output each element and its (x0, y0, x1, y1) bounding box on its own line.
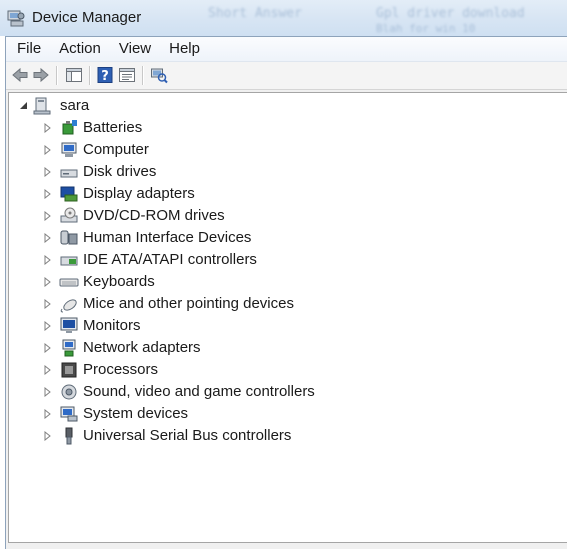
status-strip (6, 543, 567, 549)
dvd-drive-icon (60, 207, 78, 223)
expand-arrow-icon[interactable] (44, 343, 51, 353)
tree-item[interactable]: Human Interface Devices (9, 228, 549, 248)
computer-root-icon (33, 97, 51, 115)
tree-item-label: System devices (83, 405, 189, 422)
expand-arrow-icon[interactable] (44, 387, 51, 397)
usb-icon (65, 427, 73, 445)
tree-item[interactable]: DVD/CD-ROM drives (9, 206, 549, 226)
menu-bar: File Action View Help (6, 37, 567, 62)
tree-item[interactable]: Mice and other pointing devices (9, 294, 549, 314)
expand-arrow-icon[interactable] (44, 431, 51, 441)
expand-arrow-icon[interactable] (44, 365, 51, 375)
keyboard-icon (59, 278, 79, 287)
expand-arrow-icon[interactable] (44, 255, 51, 265)
tree-item[interactable]: Monitors (9, 316, 549, 336)
properties-icon[interactable] (118, 66, 136, 84)
expand-arrow-icon[interactable] (44, 167, 51, 177)
menu-help[interactable]: Help (162, 37, 207, 61)
tree-item-label: Batteries (83, 119, 143, 136)
svg-text:?: ? (101, 69, 109, 84)
expand-arrow-icon[interactable] (44, 409, 51, 419)
background-blur-text: Gpl driver download (376, 6, 525, 21)
tree-item[interactable]: Network adapters (9, 338, 549, 358)
collapse-arrow-icon[interactable] (19, 101, 28, 110)
expand-arrow-icon[interactable] (44, 321, 51, 331)
tree-item[interactable]: Display adapters (9, 184, 549, 204)
display-adapter-icon (60, 186, 78, 202)
tree-item[interactable]: Batteries (9, 118, 549, 138)
tree-item-label: DVD/CD-ROM drives (83, 207, 225, 224)
toolbar-separator (56, 66, 58, 85)
battery-icon (62, 120, 77, 135)
hid-icon (60, 230, 78, 245)
tree-item[interactable]: Universal Serial Bus controllers (9, 426, 549, 446)
tree-item-label: Mice and other pointing devices (83, 295, 294, 312)
device-manager-icon (7, 10, 25, 27)
tree-item[interactable]: System devices (9, 404, 549, 424)
background-blur-text: Blah for win 10 (376, 22, 476, 35)
help-icon[interactable]: ? (96, 66, 114, 84)
system-devices-icon (60, 406, 78, 422)
tree-item-label: Computer (83, 141, 149, 158)
device-tree[interactable]: sara Batteries Computer Disk drives Display… (8, 92, 567, 543)
tree-item-label: Network adapters (83, 339, 201, 356)
menu-file[interactable]: File (10, 37, 48, 61)
expand-arrow-icon[interactable] (44, 189, 51, 199)
tree-item-label: Universal Serial Bus controllers (83, 427, 292, 444)
toolbar-separator (89, 66, 91, 85)
tree-item[interactable]: Keyboards (9, 272, 549, 292)
tree-item-label: IDE ATA/ATAPI controllers (83, 251, 257, 268)
window-title: Device Manager (32, 9, 142, 26)
tree-item[interactable]: Sound, video and game controllers (9, 382, 549, 402)
back-arrow-icon[interactable] (11, 66, 29, 84)
tree-item[interactable]: Processors (9, 360, 549, 380)
tree-item-label: Sound, video and game controllers (83, 383, 315, 400)
expand-arrow-icon[interactable] (44, 123, 51, 133)
ide-controller-icon (60, 256, 78, 266)
tree-item-label: Human Interface Devices (83, 229, 252, 246)
sound-icon (61, 384, 77, 400)
tree-item[interactable]: Disk drives (9, 162, 549, 182)
background-blur-text: Short Answer (208, 6, 302, 21)
toolbar-separator (142, 66, 144, 85)
expand-arrow-icon[interactable] (44, 277, 51, 287)
show-hide-console-tree-icon[interactable] (65, 66, 83, 84)
disk-drive-icon (60, 169, 78, 178)
title-bar[interactable]: Device Manager Short Answer Gpl driver d… (0, 0, 567, 36)
tree-item-label: Keyboards (83, 273, 155, 290)
forward-arrow-icon[interactable] (32, 66, 50, 84)
menu-action[interactable]: Action (52, 37, 108, 61)
expand-arrow-icon[interactable] (44, 299, 51, 309)
tree-item[interactable]: Computer (9, 140, 549, 160)
menu-view[interactable]: View (112, 37, 158, 61)
scan-hardware-icon[interactable] (150, 66, 168, 84)
tree-item[interactable]: IDE ATA/ATAPI controllers (9, 250, 549, 270)
computer-icon (61, 142, 77, 157)
processor-icon (61, 362, 77, 378)
expand-arrow-icon[interactable] (44, 211, 51, 221)
tree-item-label: Monitors (83, 317, 141, 334)
toolbar: ? (6, 62, 567, 90)
monitor-icon (60, 317, 78, 333)
tree-root-label: sara (60, 97, 90, 114)
expand-arrow-icon[interactable] (44, 233, 51, 243)
tree-item-label: Processors (83, 361, 159, 378)
network-adapter-icon (62, 339, 76, 357)
tree-item-label: Disk drives (83, 163, 157, 180)
expand-arrow-icon[interactable] (44, 145, 51, 155)
tree-item-label: Display adapters (83, 185, 195, 202)
mouse-icon (60, 299, 77, 313)
